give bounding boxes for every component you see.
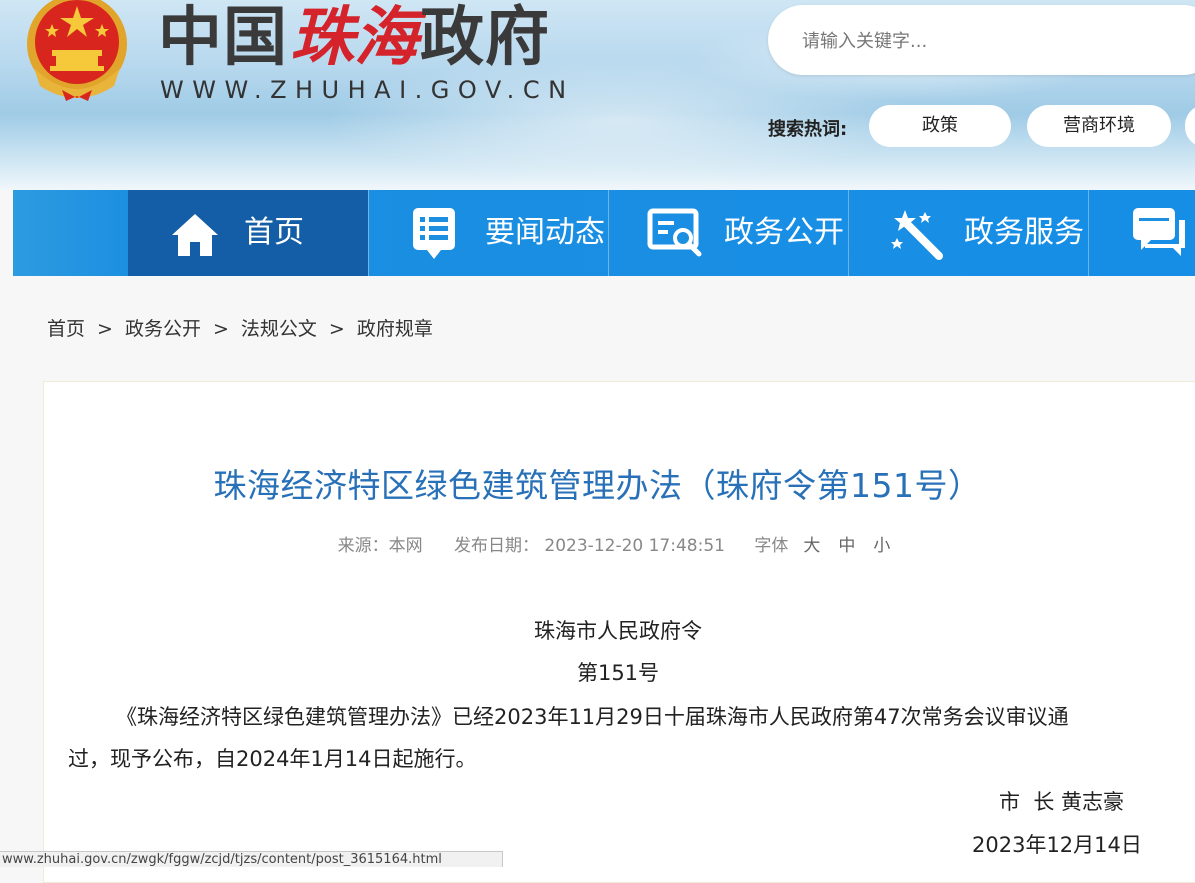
logo-text-zhuhai: 珠海: [290, 0, 418, 75]
breadcrumb-separator: >: [328, 318, 345, 340]
nav-news-label: 要闻动态: [485, 215, 605, 250]
header-banner: 中国珠海政府 WWW.ZHUHAI.GOV.CN 搜索热词: 政策 营商环境: [0, 0, 1195, 190]
hot-tag-policy[interactable]: 政策: [869, 105, 1011, 147]
national-emblem-icon: [27, 0, 127, 101]
logo-text-government: 政府: [420, 1, 550, 75]
breadcrumb-open-affairs[interactable]: 政务公开: [125, 318, 201, 340]
nav-open-affairs[interactable]: 政务公开: [608, 190, 849, 276]
browser-status-url: www.zhuhai.gov.cn/zwgk/fggw/zcjd/tjzs/co…: [0, 851, 503, 867]
article-meta: 来源：本网 发布日期： 2023-12-20 17:48:51 字体大中小: [0, 531, 1195, 556]
logo-url: WWW.ZHUHAI.GOV.CN: [160, 76, 575, 104]
article-publish-date: 发布日期： 2023-12-20 17:48:51: [454, 536, 725, 556]
breadcrumb-separator: >: [97, 318, 113, 340]
nav-home-label: 首页: [244, 215, 304, 250]
main-nav: 首页 要闻动态 政务公开 政务服务: [13, 190, 1195, 276]
nav-services[interactable]: 政务服务: [848, 190, 1089, 276]
nav-home[interactable]: 首页: [128, 190, 368, 276]
font-size-large[interactable]: 大: [803, 536, 820, 556]
news-icon: [413, 208, 455, 259]
logo-text-china: 中国: [158, 1, 288, 75]
hot-tag-business-environment[interactable]: 营商环境: [1027, 105, 1171, 147]
nav-news[interactable]: 要闻动态: [368, 190, 609, 276]
signing-date: 2023年12月14日: [972, 833, 1142, 857]
chat-icon: [1133, 208, 1185, 256]
home-icon: [172, 214, 218, 256]
article-paragraph-line-2: 过，现予公布，自2024年1月14日起施行。: [68, 747, 477, 771]
hot-words-label: 搜索热词:: [768, 119, 848, 140]
breadcrumb-regulations[interactable]: 法规公文: [241, 318, 317, 340]
breadcrumb-separator: >: [212, 318, 229, 340]
font-size-label: 字体: [754, 536, 789, 556]
breadcrumb: 首页 > 政务公开 > 法规公文 > 政府规章: [47, 314, 433, 341]
search-input[interactable]: [800, 27, 1164, 55]
service-wand-icon: [891, 210, 943, 260]
breadcrumb-home[interactable]: 首页: [47, 318, 85, 340]
hot-tag-more[interactable]: [1185, 105, 1195, 147]
mayor-signature: 市 长 黄志豪: [999, 790, 1125, 814]
article-title: 珠海经济特区绿色建筑管理办法（珠府令第151号）: [213, 466, 982, 505]
article-source: 来源：本网: [337, 536, 423, 556]
order-number: 第151号: [576, 661, 660, 685]
nav-interaction[interactable]: [1088, 190, 1195, 276]
site-logo[interactable]: 中国珠海政府: [158, 0, 550, 78]
breadcrumb-gov-rules[interactable]: 政府规章: [357, 318, 433, 340]
open-affairs-icon: [647, 208, 702, 257]
nav-services-label: 政务服务: [964, 215, 1084, 250]
order-title: 珠海市人民政府令: [534, 619, 702, 643]
font-size-small[interactable]: 小: [873, 536, 890, 556]
font-size-medium[interactable]: 中: [838, 536, 855, 556]
search-box: [768, 5, 1195, 75]
nav-open-affairs-label: 政务公开: [724, 215, 844, 250]
article-paragraph-line-1: 《珠海经济特区绿色建筑管理办法》已经2023年11月29日十届珠海市人民政府第4…: [116, 705, 1069, 729]
